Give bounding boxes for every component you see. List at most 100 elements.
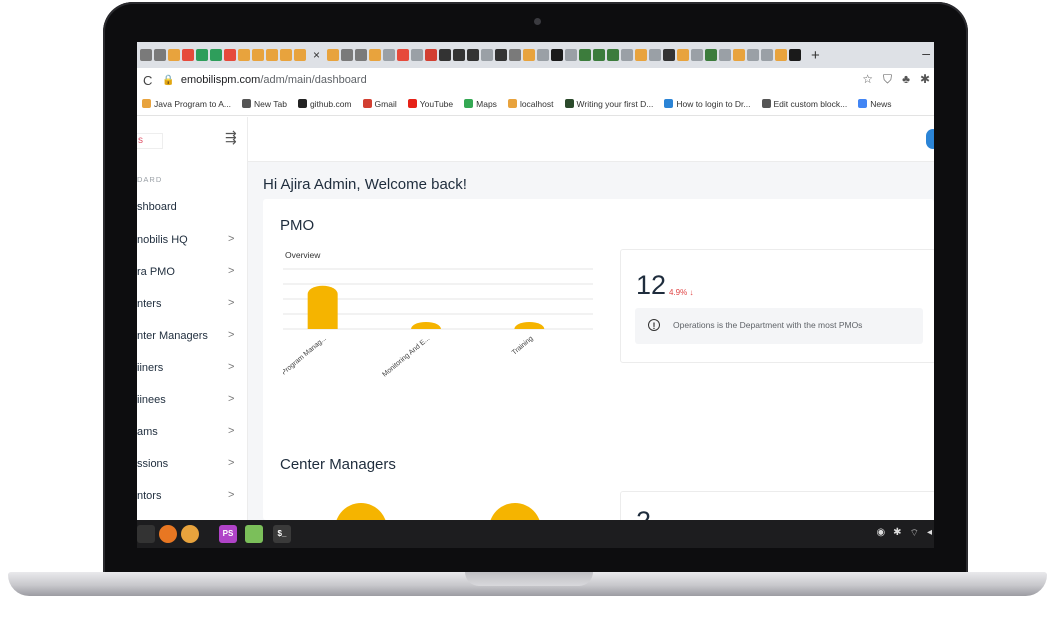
left-tab-favicon-6[interactable] — [224, 49, 236, 61]
sidebar-item-1[interactable]: nobilis HQ > — [137, 232, 241, 250]
sidebar-item-0[interactable]: shboard — [137, 199, 241, 217]
new-tab-button[interactable]: + — [811, 47, 820, 64]
left-tab-favicon-10[interactable] — [280, 49, 292, 61]
tray-icon-3[interactable]: ◂ — [927, 527, 932, 540]
right-tab-favicon-9[interactable] — [453, 49, 466, 61]
right-tab-favicon-22[interactable] — [635, 49, 648, 61]
chevron-right-icon: > — [228, 425, 235, 437]
url-path[interactable]: /adm/main/dashboard — [260, 74, 366, 86]
right-tab-favicon-5[interactable] — [397, 49, 410, 61]
right-tab-favicon-25[interactable] — [677, 49, 690, 61]
minimize-button[interactable]: – — [922, 45, 930, 61]
right-tab-favicon-8[interactable] — [439, 49, 452, 61]
bookmark-item[interactable]: How to login to Dr... — [664, 99, 751, 109]
sidebar-item-3[interactable]: nters > — [137, 296, 241, 314]
reload-button[interactable]: C — [143, 73, 152, 88]
right-tab-favicon-29[interactable] — [733, 49, 746, 61]
right-tab-favicon-28[interactable] — [719, 49, 732, 61]
address-bar: C 🔒 emobilispm.com/adm/main/dashboard ☆ ⛉… — [137, 68, 934, 92]
right-tab-favicon-24[interactable] — [663, 49, 676, 61]
right-tab-favicon-15[interactable] — [537, 49, 550, 61]
left-tab-favicon-1[interactable] — [154, 49, 166, 61]
taskbar-chrome-icon[interactable] — [181, 525, 199, 543]
left-tab-favicon-7[interactable] — [238, 49, 250, 61]
taskbar-terminal-like-icon[interactable] — [137, 525, 155, 543]
right-tab-favicon-0[interactable] — [327, 49, 340, 61]
tray-icon-2[interactable]: ⌔ — [910, 527, 919, 540]
right-tab-favicon-18[interactable] — [579, 49, 592, 61]
right-tab-favicon-1[interactable] — [341, 49, 354, 61]
right-tab-favicon-11[interactable] — [481, 49, 494, 61]
menu-toggle-icon[interactable]: ⇶ — [225, 129, 237, 146]
left-tab-favicon-5[interactable] — [210, 49, 222, 61]
address-toolbar-icon-1[interactable]: ⛉ — [883, 72, 892, 87]
right-tab-favicon-4[interactable] — [383, 49, 396, 61]
bookmark-item[interactable]: github.com — [297, 98, 352, 109]
sidebar-item-7[interactable]: ams > — [137, 424, 241, 442]
bookmark-item[interactable]: Edit custom block... — [761, 99, 847, 109]
sidebar-item-label: shboard — [137, 201, 177, 213]
right-tab-favicon-30[interactable] — [747, 49, 760, 61]
taskbar-firefox-icon[interactable] — [159, 525, 177, 543]
bookmark-item[interactable]: Gmail — [362, 99, 397, 109]
chevron-right-icon: > — [228, 489, 235, 501]
address-toolbar-icon-3[interactable]: ✱ — [920, 72, 930, 87]
avatar[interactable] — [926, 129, 934, 149]
sidebar-item-9[interactable]: ntors > — [137, 488, 241, 506]
left-tab-favicon-3[interactable] — [182, 49, 194, 61]
tray-icon-1[interactable]: ✱ — [893, 527, 901, 540]
bookmark-label: github.com — [309, 98, 352, 109]
left-tab-favicon-2[interactable] — [168, 49, 180, 61]
bookmark-label: YouTube — [419, 98, 454, 109]
right-tab-favicon-16[interactable] — [551, 49, 564, 61]
right-tab-favicon-3[interactable] — [369, 49, 382, 61]
right-tab-favicon-7[interactable] — [425, 49, 438, 61]
right-tab-favicon-6[interactable] — [411, 49, 424, 61]
right-tab-favicon-2[interactable] — [355, 49, 368, 61]
bookmark-item[interactable]: News — [858, 99, 891, 109]
taskbar-terminal-icon[interactable]: $_ — [273, 525, 291, 543]
right-tab-favicon-10[interactable] — [467, 49, 480, 61]
left-tab-favicon-9[interactable] — [266, 49, 278, 61]
right-tab-favicon-33[interactable] — [789, 49, 802, 61]
cm-bar-2 — [490, 503, 540, 521]
left-tab-favicon-8[interactable] — [252, 49, 264, 61]
chevron-right-icon: > — [228, 457, 235, 469]
right-tab-favicon-31[interactable] — [761, 49, 774, 61]
bookmark-item[interactable]: Maps — [464, 99, 497, 109]
close-tab-icon[interactable]: × — [313, 48, 320, 62]
right-tab-favicon-17[interactable] — [565, 49, 578, 61]
bookmark-item[interactable]: localhost — [507, 99, 554, 109]
left-tab-favicon-0[interactable] — [140, 49, 152, 61]
right-tab-favicon-23[interactable] — [649, 49, 662, 61]
sidebar-item-2[interactable]: ra PMO > — [137, 264, 241, 282]
url-host[interactable]: emobilispm.com — [181, 74, 260, 86]
sidebar-item-5[interactable]: iiners > — [137, 360, 241, 378]
right-tab-favicon-27[interactable] — [705, 49, 718, 61]
right-tab-favicon-20[interactable] — [607, 49, 620, 61]
taskbar-phpstorm-icon[interactable]: PS — [219, 525, 237, 543]
bookmark-item[interactable]: YouTube — [407, 98, 454, 109]
taskbar-files-icon[interactable] — [245, 525, 263, 543]
sidebar-item-4[interactable]: nter Managers > — [137, 328, 241, 346]
bookmark-item[interactable]: Writing your first D... — [564, 99, 653, 109]
sidebar-item-8[interactable]: ssions > — [137, 456, 241, 474]
right-tab-favicon-32[interactable] — [775, 49, 788, 61]
right-tab-favicon-21[interactable] — [621, 49, 634, 61]
sidebar-logo[interactable]: s — [137, 133, 163, 149]
right-tab-favicon-19[interactable] — [593, 49, 606, 61]
bookmark-item[interactable]: Java Program to A... — [142, 99, 231, 109]
right-tab-favicon-14[interactable] — [523, 49, 536, 61]
left-tab-favicon-4[interactable] — [196, 49, 208, 61]
lock-icon[interactable]: 🔒 — [162, 75, 174, 86]
sidebar-item-6[interactable]: iinees > — [137, 392, 241, 410]
left-tab-favicon-11[interactable] — [294, 49, 306, 61]
chart-tick-label-2: Training — [511, 335, 535, 357]
address-toolbar-icon-2[interactable]: ♣ — [902, 72, 910, 87]
bookmark-item[interactable]: New Tab — [242, 99, 287, 109]
right-tab-favicon-13[interactable] — [509, 49, 522, 61]
right-tab-favicon-12[interactable] — [495, 49, 508, 61]
tray-icon-0[interactable]: ◉ — [876, 527, 885, 540]
right-tab-favicon-26[interactable] — [691, 49, 704, 61]
address-toolbar-icon-0[interactable]: ☆ — [862, 72, 873, 87]
